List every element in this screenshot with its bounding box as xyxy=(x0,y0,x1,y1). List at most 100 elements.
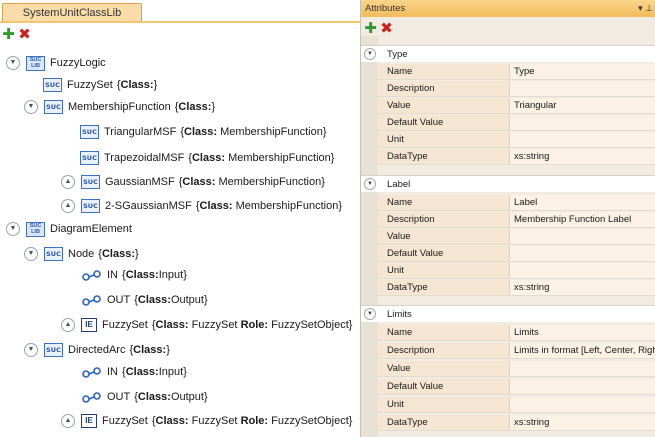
delete-icon[interactable]: ✖ xyxy=(379,20,394,36)
attribute-value[interactable] xyxy=(510,115,655,130)
delete-icon[interactable]: ✖ xyxy=(17,26,32,42)
collapse-icon[interactable]: ▼ xyxy=(24,343,38,357)
attribute-value[interactable] xyxy=(510,246,655,261)
attribute-row[interactable]: Value xyxy=(378,229,655,245)
attribute-row[interactable]: Value Triangular xyxy=(378,98,655,114)
attribute-row[interactable]: Name Limits xyxy=(378,325,655,341)
attribute-value[interactable]: Label xyxy=(510,195,655,210)
class-annotation: {Class:} xyxy=(116,79,158,91)
attribute-key: Description xyxy=(378,212,510,227)
tab-system-unit-class-lib[interactable]: SystemUnitClassLib xyxy=(2,3,142,22)
tree-item-node-in[interactable]: IN {Class:Input} xyxy=(81,264,187,286)
class-annotation: {Class:} xyxy=(129,344,170,356)
attributes-title: Attributes xyxy=(365,3,406,14)
attribute-value[interactable]: Limits xyxy=(510,325,655,340)
add-icon[interactable]: ✚ xyxy=(363,20,378,36)
class-annotation: {Class:Output} xyxy=(134,294,208,306)
attribute-row[interactable]: Name Type xyxy=(378,64,655,80)
attribute-value[interactable] xyxy=(510,361,655,376)
tree-item-gaussianmsf[interactable]: ▲ SUC GaussianMSF {Class: MembershipFunc… xyxy=(61,171,325,193)
collapse-icon[interactable]: ▼ xyxy=(364,48,376,60)
attribute-value[interactable]: Type xyxy=(510,64,655,79)
expand-icon[interactable]: ▲ xyxy=(61,318,75,332)
attribute-row[interactable]: Default Value xyxy=(378,379,655,395)
internal-element-icon: IE xyxy=(81,414,97,428)
attribute-section-type[interactable]: ▼ Type xyxy=(361,45,655,62)
attribute-key: DataType xyxy=(378,280,510,295)
tree-item-fuzzyset[interactable]: SUC FuzzySet {Class:} xyxy=(43,74,157,96)
attribute-value[interactable]: xs:string xyxy=(510,415,655,430)
tree-item-node-fuzzyset[interactable]: ▲ IE FuzzySet {Class: FuzzySet Role: Fuz… xyxy=(61,314,352,336)
attribute-value[interactable] xyxy=(510,229,655,244)
expand-icon[interactable]: ▲ xyxy=(61,414,75,428)
tree-item-membershipfunction[interactable]: ▼ SUC MembershipFunction {Class:} xyxy=(24,96,215,118)
attribute-value[interactable]: Triangular xyxy=(510,98,655,113)
attributes-header: Attributes ▾ ⊥ xyxy=(361,0,655,17)
attribute-value[interactable]: Limits in format [Left, Center, Right] xyxy=(510,343,655,358)
attribute-row[interactable]: Default Value xyxy=(378,246,655,262)
attribute-row[interactable]: Description Limits in format [Left, Cente… xyxy=(378,343,655,359)
attribute-value[interactable]: Membership Function Label xyxy=(510,212,655,227)
expand-icon[interactable]: ▲ xyxy=(61,199,75,213)
grid-gutter xyxy=(361,36,378,437)
attribute-key: Unit xyxy=(378,397,510,412)
tree-item-arc-fuzzyset[interactable]: ▲ IE FuzzySet {Class: FuzzySet Role: Fuz… xyxy=(61,410,352,432)
expand-icon[interactable]: ▲ xyxy=(61,175,75,189)
section-title: Limits xyxy=(387,308,412,320)
attribute-value[interactable] xyxy=(510,379,655,394)
tree-item-label: DiagramElement xyxy=(50,223,132,235)
add-icon[interactable]: ✚ xyxy=(1,26,16,42)
attribute-row[interactable]: DataType xs:string xyxy=(378,415,655,431)
attribute-row[interactable]: Default Value xyxy=(378,115,655,131)
tree-item-fuzzylogic[interactable]: ▼ SUC LIB FuzzyLogic xyxy=(6,52,106,74)
tree-item-label: OUT xyxy=(107,391,131,403)
attribute-key: DataType xyxy=(378,149,510,164)
pin-icon[interactable]: ▾ ⊥ xyxy=(638,0,653,17)
tree-item-arc-out[interactable]: OUT {Class:Output} xyxy=(81,386,208,408)
tree-item-label: IN xyxy=(107,366,118,378)
attribute-value[interactable] xyxy=(510,263,655,278)
attribute-row[interactable]: Name Label xyxy=(378,195,655,211)
tree-item-2-sgaussianmsf[interactable]: ▲ SUC 2-SGaussianMSF {Class: MembershipF… xyxy=(61,195,342,217)
attribute-key: Description xyxy=(378,81,510,96)
attribute-value[interactable]: xs:string xyxy=(510,149,655,164)
tree-item-label: GaussianMSF xyxy=(105,176,175,188)
attribute-row[interactable]: Unit xyxy=(378,263,655,279)
tab-underline xyxy=(0,21,360,23)
tree-item-directedarc[interactable]: ▼ SUC DirectedArc {Class:} xyxy=(24,339,170,361)
tree-item-trapezoidalmsf[interactable]: SUC TrapezoidalMSF {Class: MembershipFun… xyxy=(80,147,334,169)
interface-icon xyxy=(82,270,101,281)
collapse-icon[interactable]: ▼ xyxy=(24,100,38,114)
tree-item-triangularmsf[interactable]: SUC TriangularMSF {Class: MembershipFunc… xyxy=(80,121,327,143)
attribute-section-limits[interactable]: ▼ Limits xyxy=(361,305,655,322)
attribute-key: DataType xyxy=(378,415,510,430)
attribute-row[interactable]: Description xyxy=(378,81,655,97)
attribute-value[interactable] xyxy=(510,132,655,147)
collapse-icon[interactable]: ▼ xyxy=(6,222,20,236)
collapse-icon[interactable]: ▼ xyxy=(364,308,376,320)
system-unit-class-lib-panel: SystemUnitClassLib ✚ ✖ ▼ SUC LIB FuzzyLog… xyxy=(0,0,360,437)
interface-icon xyxy=(82,295,101,306)
attribute-row[interactable]: Description Membership Function Label xyxy=(378,212,655,228)
attribute-value[interactable] xyxy=(510,397,655,412)
attribute-row[interactable]: DataType xs:string xyxy=(378,280,655,296)
tree-item-label: FuzzySet xyxy=(102,319,148,331)
collapse-icon[interactable]: ▼ xyxy=(364,178,376,190)
attribute-section-label[interactable]: ▼ Label xyxy=(361,175,655,192)
tree-item-node-out[interactable]: OUT {Class:Output} xyxy=(81,289,208,311)
collapse-icon[interactable]: ▼ xyxy=(6,56,20,70)
tree-item-diagramelement[interactable]: ▼ SUC LIB DiagramElement xyxy=(6,218,132,240)
attribute-row[interactable]: DataType xs:string xyxy=(378,149,655,165)
attribute-value[interactable]: xs:string xyxy=(510,280,655,295)
attribute-row[interactable]: Unit xyxy=(378,397,655,413)
collapse-icon[interactable]: ▼ xyxy=(24,247,38,261)
tree-item-arc-in[interactable]: IN {Class:Input} xyxy=(81,361,187,383)
tree-item-node[interactable]: ▼ SUC Node {Class:} xyxy=(24,243,139,265)
attribute-row[interactable]: Value xyxy=(378,361,655,377)
attribute-row[interactable]: Unit xyxy=(378,132,655,148)
tree-item-label: DirectedArc xyxy=(68,344,126,356)
system-unit-class-icon: SUC xyxy=(80,151,99,165)
tree-item-label: MembershipFunction xyxy=(68,101,171,113)
attribute-value[interactable] xyxy=(510,81,655,96)
attribute-key: Default Value xyxy=(378,246,510,261)
